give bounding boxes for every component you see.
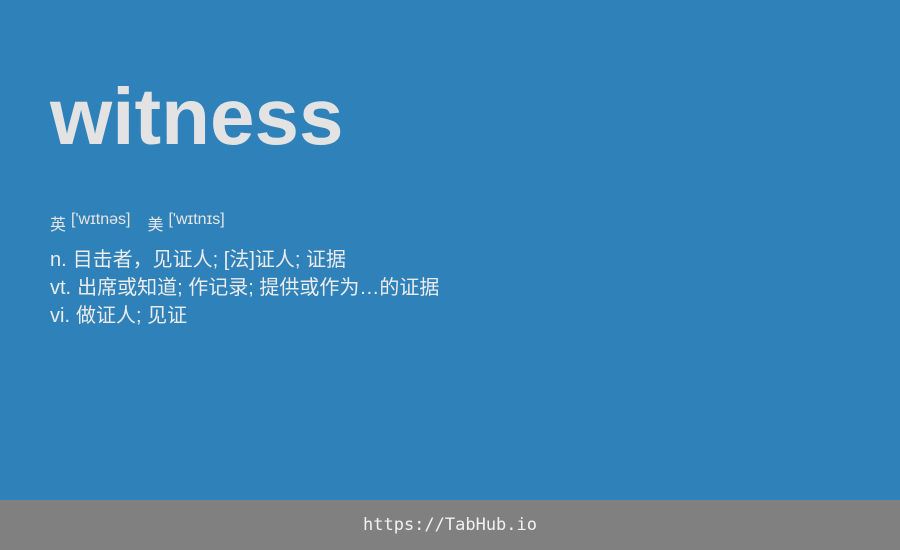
phonetic-uk: 英 ['wɪtnəs] <box>50 211 130 235</box>
headword: witness <box>50 72 344 161</box>
phonetic-uk-ipa: ['wɪtnəs] <box>71 211 131 228</box>
part-of-speech: vi. <box>50 305 70 327</box>
definition-transitive-verb: vt. 出席或知道; 作记录; 提供或作为…的证据 <box>50 274 870 302</box>
word-card: witness 英 ['wɪtnəs] 美 ['wɪtnɪs] n. 目击者，见证… <box>0 0 900 500</box>
definition-text: 出席或知道; 作记录; 提供或作为…的证据 <box>77 277 440 299</box>
phonetics: 英 ['wɪtnəs] 美 ['wɪtnɪs] <box>50 211 225 235</box>
phonetic-us: 美 ['wɪtnɪs] <box>147 211 224 235</box>
tabhub-link[interactable]: https://TabHub.io <box>363 515 537 535</box>
part-of-speech: vt. <box>50 277 72 299</box>
part-of-speech: n. <box>50 249 67 271</box>
phonetic-us-ipa: ['wɪtnɪs] <box>168 211 225 228</box>
phonetic-uk-label: 英 <box>50 217 67 234</box>
definition-intransitive-verb: vi. 做证人; 见证 <box>50 302 870 330</box>
definition-text: 做证人; 见证 <box>76 305 188 327</box>
definition-list: n. 目击者，见证人; [法]证人; 证据 vt. 出席或知道; 作记录; 提供或作… <box>50 246 870 330</box>
footer-bar: https://TabHub.io <box>0 500 900 550</box>
definition-noun: n. 目击者，见证人; [法]证人; 证据 <box>50 246 870 274</box>
definition-text: 目击者，见证人; [法]证人; 证据 <box>72 249 347 271</box>
phonetic-us-label: 美 <box>147 217 164 234</box>
